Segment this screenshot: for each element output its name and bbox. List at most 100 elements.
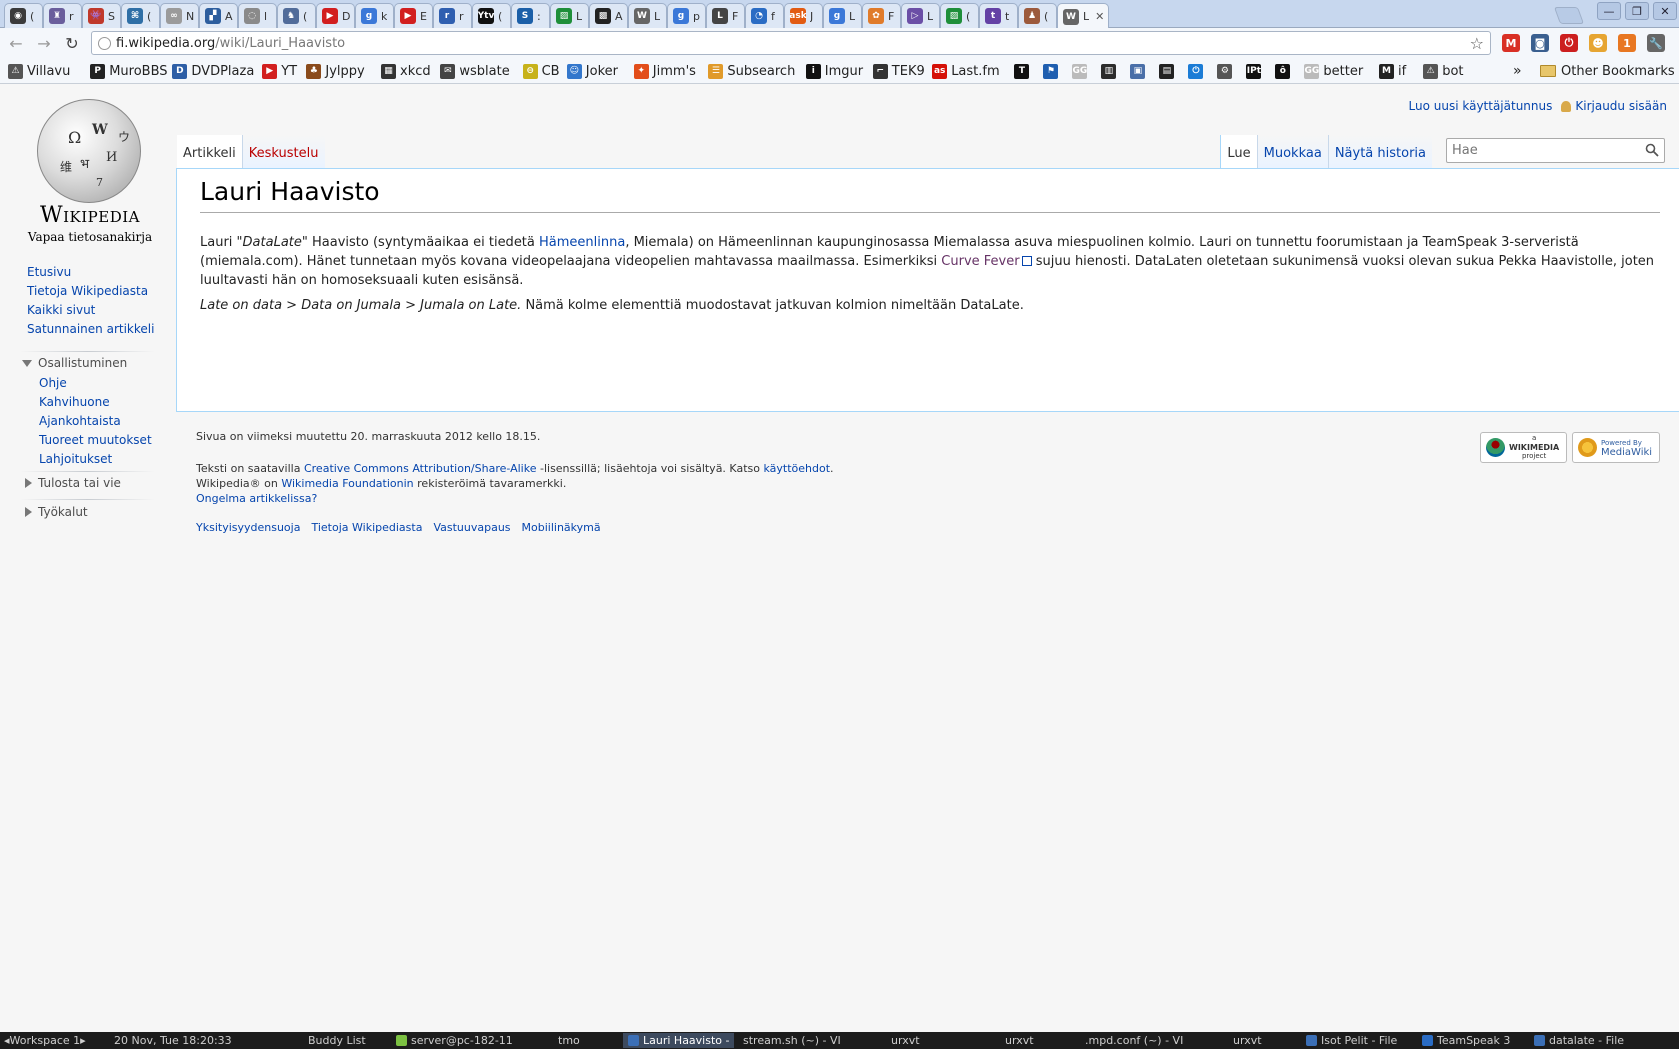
browser-tab[interactable]: rr: [433, 3, 472, 28]
taskbar-window-button[interactable]: Lauri Haavisto -: [623, 1033, 735, 1048]
bookmark-item[interactable]: ▶ YT: [262, 62, 297, 80]
bookmark-item[interactable]: ▤: [1159, 62, 1178, 80]
address-bar[interactable]: fi.wikipedia.org/wiki/Lauri_Haavisto ☆: [91, 31, 1491, 55]
browser-tab[interactable]: ▶ E: [394, 3, 433, 28]
portal-participate-toggle[interactable]: Osallistuminen: [22, 356, 127, 370]
tab-article[interactable]: Artikkeli: [177, 135, 242, 168]
tab-talk[interactable]: Keskustelu: [241, 135, 325, 168]
footer-link-mobile[interactable]: Mobiilinäkymä: [522, 521, 601, 534]
browser-tab[interactable]: S:: [511, 3, 550, 28]
minimize-button[interactable]: —: [1597, 2, 1621, 20]
browser-tab[interactable]: gk: [355, 3, 394, 28]
browser-tab[interactable]: ▷ L: [901, 3, 940, 28]
workspace-next-icon[interactable]: ▸: [80, 1034, 86, 1047]
terms-link[interactable]: käyttöehdot: [763, 462, 830, 475]
forward-button[interactable]: →: [34, 33, 54, 53]
taskbar-window-button[interactable]: urxvt: [891, 1033, 920, 1048]
camera-extension-icon[interactable]: ◙: [1531, 34, 1549, 52]
bookmark-item[interactable]: Mif: [1379, 62, 1406, 80]
footer-link-privacy[interactable]: Yksityisyydensuoja: [196, 521, 300, 534]
other-bookmarks-folder[interactable]: Other Bookmarks: [1540, 62, 1675, 80]
bookmark-item[interactable]: ⌐ TEK9: [872, 62, 925, 80]
taskbar-window-button[interactable]: TeamSpeak 3: [1422, 1033, 1510, 1048]
wikipedia-logo[interactable]: Ω W भ И 维 ウ 7 Wikipedia Vapaa tietosanak…: [20, 99, 160, 244]
bookmark-item[interactable]: T: [1014, 62, 1033, 80]
browser-tab[interactable]: gL: [823, 3, 862, 28]
browser-tab[interactable]: ⌘(: [121, 3, 160, 28]
sidebar-item-random[interactable]: Satunnainen artikkeli: [27, 322, 154, 336]
login-link[interactable]: Kirjaudu sisään: [1575, 99, 1667, 113]
search-input[interactable]: [1452, 143, 1632, 158]
powered-by-mediawiki-badge[interactable]: Powered By MediaWiki: [1572, 432, 1660, 463]
create-account-link[interactable]: Luo uusi käyttäjätunnus: [1409, 99, 1553, 113]
sidebar-item-recent-changes[interactable]: Tuoreet muutokset: [39, 433, 152, 447]
footer-link-disclaimer[interactable]: Vastuuvapaus: [433, 521, 510, 534]
browser-tab[interactable]: ◉(: [4, 3, 43, 28]
wrench-menu-icon[interactable]: 🔧: [1647, 34, 1665, 52]
taskbar-window-button[interactable]: server@pc-182-11: [396, 1033, 513, 1048]
bookmark-item[interactable]: GG better: [1304, 62, 1363, 80]
browser-tab[interactable]: gp: [667, 3, 706, 28]
taskbar-window-button[interactable]: stream.sh (~) - VI: [743, 1033, 841, 1048]
taskbar-window-button[interactable]: Isot Pelit - File: [1306, 1033, 1397, 1048]
back-button[interactable]: ←: [6, 33, 26, 53]
license-link[interactable]: Creative Commons Attribution/Share-Alike: [304, 462, 537, 475]
sidebar-item-current-events[interactable]: Ajankohtaista: [39, 414, 121, 428]
bookmark-item[interactable]: IPt: [1246, 62, 1265, 80]
bookmark-item[interactable]: ô: [1275, 62, 1294, 80]
report-problem-link[interactable]: Ongelma artikkelissa?: [196, 492, 317, 505]
browser-tab[interactable]: ▨ L: [550, 3, 589, 28]
search-icon[interactable]: [1645, 143, 1659, 157]
bookmark-item[interactable]: ☰ Subsearch: [708, 62, 795, 80]
wikimedia-foundation-link[interactable]: Wikimedia Foundationin: [281, 477, 413, 490]
tab-edit[interactable]: Muokkaa: [1256, 135, 1328, 168]
new-tab-button[interactable]: [1553, 7, 1585, 24]
browser-tab[interactable]: ▞ A: [199, 3, 238, 28]
bookmark-item[interactable]: ☺ Joker: [566, 62, 618, 80]
taskbar-window-button[interactable]: datalate - File: [1534, 1033, 1624, 1048]
browser-tab[interactable]: ◌ l: [238, 3, 277, 28]
taskbar-window-button[interactable]: tmo: [558, 1033, 580, 1048]
taskbar-window-button[interactable]: Buddy List: [308, 1033, 366, 1048]
reload-button[interactable]: ↻: [62, 33, 82, 53]
bookmark-item[interactable]: GG: [1072, 62, 1091, 80]
taskbar-window-button[interactable]: .mpd.conf (~) - VI: [1085, 1033, 1183, 1048]
bookmark-item[interactable]: P MuroBBS: [90, 62, 168, 80]
smiley-extension-icon[interactable]: ☻: [1589, 34, 1607, 52]
bookmark-item[interactable]: ⏻: [1188, 62, 1207, 80]
browser-tab[interactable]: tt: [979, 3, 1018, 28]
bookmark-item[interactable]: ▥: [1101, 62, 1120, 80]
browser-tab[interactable]: ♟(: [1018, 3, 1057, 28]
browser-tab[interactable]: Ytv (: [472, 3, 511, 28]
bookmark-star-icon[interactable]: ☆: [1470, 34, 1484, 53]
taskbar-window-button[interactable]: urxvt: [1005, 1033, 1034, 1048]
sidebar-item-village-pump[interactable]: Kahvihuone: [39, 395, 110, 409]
sidebar-item-help[interactable]: Ohje: [39, 376, 67, 390]
close-tab-icon[interactable]: ✕: [1095, 10, 1104, 23]
sidebar-item-about[interactable]: Tietoja Wikipediasta: [27, 284, 148, 298]
bookmark-item[interactable]: ✉ wsblate: [440, 62, 510, 80]
wikimedia-project-badge[interactable]: a WIKIMEDIA project: [1480, 432, 1567, 463]
bookmark-item[interactable]: ⊖ CB: [522, 62, 560, 80]
hameenlinna-link[interactable]: Hämeenlinna: [539, 235, 625, 250]
bookmark-item[interactable]: ⚠ Villavu: [8, 62, 70, 80]
portal-tools-toggle[interactable]: Työkalut: [25, 505, 88, 519]
browser-tab[interactable]: 👾 S: [82, 3, 121, 28]
gmail-extension-icon[interactable]: M: [1502, 34, 1520, 52]
browser-tab[interactable]: ◔ f: [745, 3, 784, 28]
browser-tab[interactable]: ask J: [784, 3, 823, 28]
browser-tab[interactable]: ✿ F: [862, 3, 901, 28]
sidebar-item-donate[interactable]: Lahjoitukset: [39, 452, 112, 466]
bookmark-item[interactable]: i Imgur: [805, 62, 863, 80]
power-extension-icon[interactable]: ⏻: [1560, 34, 1578, 52]
browser-tab[interactable]: ▨(: [940, 3, 979, 28]
bookmark-item[interactable]: ⚠ bot: [1423, 62, 1464, 80]
bookmarks-overflow-icon[interactable]: »: [1513, 62, 1522, 80]
bookmark-item[interactable]: D DVDPlaza: [172, 62, 254, 80]
browser-tab[interactable]: ♞(: [277, 3, 316, 28]
bookmark-item[interactable]: ✦ Jimm's: [633, 62, 696, 80]
restore-button[interactable]: ❐: [1625, 2, 1649, 20]
taskbar-window-button[interactable]: urxvt: [1233, 1033, 1262, 1048]
rss-extension-icon[interactable]: 1: [1618, 34, 1636, 52]
browser-tab[interactable]: WL: [628, 3, 667, 28]
